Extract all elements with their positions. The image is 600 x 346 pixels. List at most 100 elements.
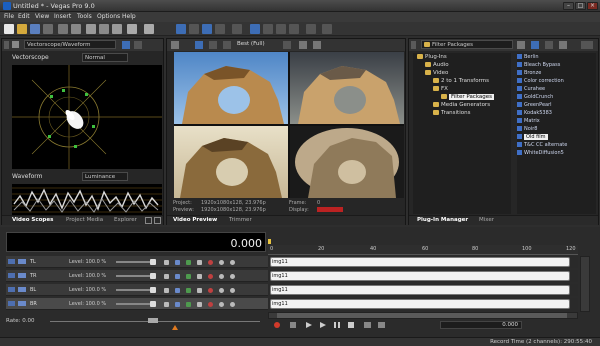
motion-icon[interactable] xyxy=(164,288,169,293)
copy-snapshot-icon[interactable] xyxy=(299,41,307,49)
fx-icon[interactable] xyxy=(185,260,191,265)
track-name[interactable]: TR xyxy=(30,273,37,279)
open-icon[interactable] xyxy=(17,24,27,34)
record-arm-icon[interactable] xyxy=(207,288,213,293)
maximize-icon[interactable]: □ xyxy=(575,2,586,10)
auto-ripple-icon[interactable] xyxy=(250,24,260,34)
tab-video-preview[interactable]: Video Preview xyxy=(173,217,217,223)
timeline-horizontal-scrollbar[interactable] xyxy=(268,312,578,319)
motion-icon[interactable] xyxy=(164,302,169,307)
compositing-icon[interactable] xyxy=(174,288,180,293)
video-clip[interactable]: img11 xyxy=(270,271,570,281)
new-project-icon[interactable] xyxy=(4,24,14,34)
render-icon[interactable] xyxy=(58,24,68,34)
loop-playback-icon[interactable] xyxy=(290,322,296,328)
overlays-icon[interactable] xyxy=(283,41,291,49)
motion-icon[interactable] xyxy=(164,274,169,279)
fx-item-whitediffusion5[interactable]: WhiteDiffusion5 xyxy=(517,149,596,157)
solo-icon[interactable] xyxy=(229,302,235,307)
menu-file[interactable]: File xyxy=(4,13,14,20)
scope-type-dropdown[interactable]: Vectorscope/Waveform xyxy=(24,40,116,49)
event-pan-crop-icon[interactable] xyxy=(306,24,316,34)
fx-icon[interactable] xyxy=(185,274,191,279)
fx-item-berlin[interactable]: Berlin xyxy=(517,53,596,61)
track-name[interactable]: BR xyxy=(30,301,37,307)
views-icon[interactable] xyxy=(581,41,593,49)
save-icon[interactable] xyxy=(30,24,40,34)
play-from-start-icon[interactable] xyxy=(306,322,312,328)
stop-icon[interactable] xyxy=(348,322,354,328)
tree-2to1-transforms[interactable]: 2 to 1 Transforms xyxy=(413,77,511,85)
fx-item-noir8[interactable]: Noir8 xyxy=(517,125,596,133)
mute-icon[interactable] xyxy=(218,288,224,293)
fx-item-goldcrunch[interactable]: GoldCrunch xyxy=(517,93,596,101)
plugin-folder-dropdown[interactable]: Filter Packages xyxy=(421,40,513,49)
tree-video[interactable]: Video xyxy=(413,69,511,77)
fx-item-matrix[interactable]: Matrix xyxy=(517,117,596,125)
level-slider-thumb[interactable] xyxy=(150,287,156,293)
mute-icon[interactable] xyxy=(218,302,224,307)
new-folder-icon[interactable] xyxy=(531,41,539,49)
external-monitor-icon[interactable] xyxy=(195,41,203,49)
mute-icon[interactable] xyxy=(218,274,224,279)
tab-scroll-right-icon[interactable] xyxy=(154,217,161,224)
video-clip[interactable]: img11 xyxy=(270,257,570,267)
video-clip[interactable]: img11 xyxy=(270,285,570,295)
track-header-3[interactable]: BL Level: 100.0 % xyxy=(6,284,268,296)
edit-icon[interactable] xyxy=(196,288,202,293)
fx-item-color-correction[interactable]: Color correction xyxy=(517,77,596,85)
close-icon[interactable]: × xyxy=(587,2,598,10)
cut-icon[interactable] xyxy=(86,24,96,34)
level-slider-thumb[interactable] xyxy=(150,301,156,307)
fx-icon[interactable] xyxy=(185,288,191,293)
tree-filter-packages[interactable]: Filter Packages xyxy=(413,93,511,101)
settings-icon[interactable] xyxy=(12,41,19,48)
preview-options-icon[interactable] xyxy=(223,41,231,49)
rate-slider-thumb[interactable] xyxy=(148,318,158,323)
position-field[interactable]: 0.000 xyxy=(440,321,522,329)
envelope-tool-icon[interactable] xyxy=(189,24,199,34)
panel-grip-icon[interactable] xyxy=(4,41,9,49)
menu-view[interactable]: View xyxy=(35,13,49,20)
redo-icon[interactable] xyxy=(144,24,154,34)
paste-icon[interactable] xyxy=(112,24,122,34)
fx-item-curahee[interactable]: Curahee xyxy=(517,85,596,93)
motion-icon[interactable] xyxy=(164,260,169,265)
tab-project-media[interactable]: Project Media xyxy=(66,217,103,223)
menu-options[interactable]: Options xyxy=(97,13,120,20)
capture-icon[interactable] xyxy=(71,24,81,34)
tree-fx[interactable]: FX xyxy=(413,85,511,93)
fx-item-greenpearl[interactable]: GreenPearl xyxy=(517,101,596,109)
solo-icon[interactable] xyxy=(229,288,235,293)
update-scopes-icon[interactable] xyxy=(122,41,130,49)
go-to-end-icon[interactable] xyxy=(378,322,385,328)
track-header-4[interactable]: BR Level: 100.0 % xyxy=(6,298,268,310)
cursor-marker-icon[interactable] xyxy=(268,239,271,244)
tree-media-generators[interactable]: Media Generators xyxy=(413,101,511,109)
lock-envelopes-icon[interactable] xyxy=(263,24,273,34)
tab-explorer[interactable]: Explorer xyxy=(114,217,137,223)
record-arm-icon[interactable] xyxy=(207,302,213,307)
edit-icon[interactable] xyxy=(196,302,202,307)
tab-video-scopes[interactable]: Video Scopes xyxy=(12,217,53,223)
edit-icon[interactable] xyxy=(196,260,202,265)
tab-scroll-left-icon[interactable] xyxy=(145,217,152,224)
fx-item-bronze[interactable]: Bronze xyxy=(517,69,596,77)
add-to-chain-icon[interactable] xyxy=(559,41,567,49)
fx-item-old-film[interactable]: Old film xyxy=(517,133,596,141)
compositing-icon[interactable] xyxy=(174,302,180,307)
menu-tools[interactable]: Tools xyxy=(77,13,92,20)
split-screen-icon[interactable] xyxy=(209,41,217,49)
preview-quality-dropdown[interactable]: Best (Full) xyxy=(237,41,265,47)
level-slider-thumb[interactable] xyxy=(150,273,156,279)
tree-plug-ins[interactable]: Plug-Ins xyxy=(413,53,511,61)
preview-properties-icon[interactable] xyxy=(171,41,179,49)
timeline-vertical-scrollbar[interactable] xyxy=(580,256,590,312)
record-arm-icon[interactable] xyxy=(207,260,213,265)
menu-insert[interactable]: Insert xyxy=(54,13,71,20)
track-name[interactable]: TL xyxy=(30,259,36,265)
minimize-icon[interactable]: – xyxy=(563,2,574,10)
up-one-level-icon[interactable] xyxy=(517,41,525,49)
fx-item-tc-cc-alternate[interactable]: T&C CC alternate xyxy=(517,141,596,149)
selection-tool-icon[interactable] xyxy=(202,24,212,34)
